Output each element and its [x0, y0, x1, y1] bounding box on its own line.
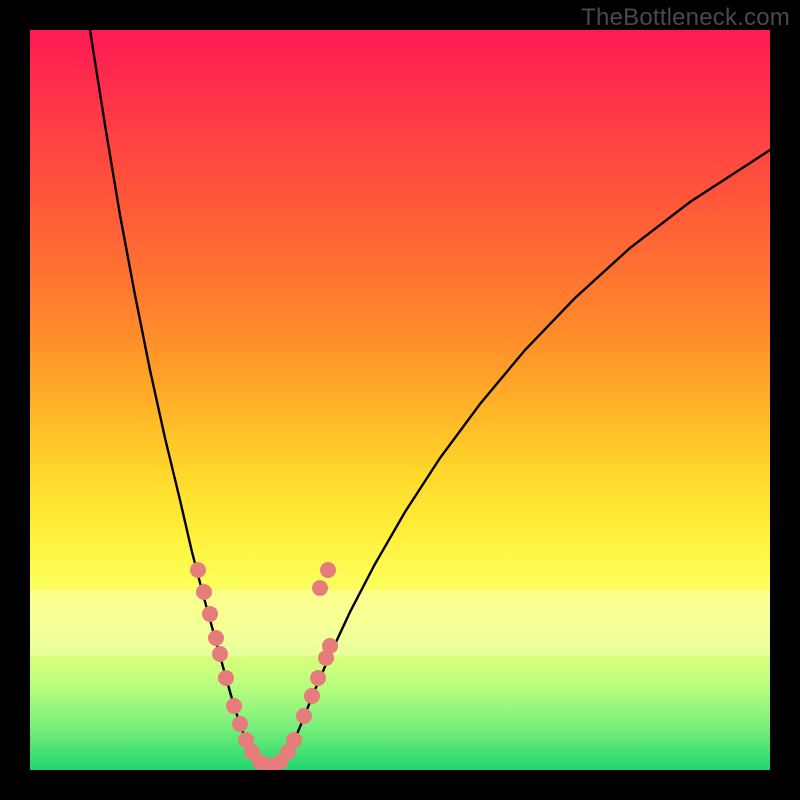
highlight-dots-group — [190, 562, 338, 770]
highlight-dot — [226, 698, 242, 714]
highlight-dot — [212, 646, 228, 662]
watermark-text: TheBottleneck.com — [581, 4, 790, 32]
highlight-dot — [310, 670, 326, 686]
plot-area — [30, 30, 770, 770]
highlight-dot — [232, 716, 248, 732]
highlight-dot — [208, 630, 224, 646]
highlight-dot — [312, 580, 328, 596]
curve-right-branch — [285, 150, 770, 760]
highlight-dot — [196, 584, 212, 600]
highlight-dot — [218, 670, 234, 686]
highlight-dot — [322, 638, 338, 654]
chart-frame: TheBottleneck.com — [0, 0, 800, 800]
chart-svg — [30, 30, 770, 770]
highlight-dot — [286, 732, 302, 748]
highlight-dot — [296, 708, 312, 724]
curve-left-branch — [90, 30, 255, 760]
highlight-dot — [202, 606, 218, 622]
highlight-dot — [190, 562, 206, 578]
highlight-dot — [320, 562, 336, 578]
highlight-dot — [304, 688, 320, 704]
